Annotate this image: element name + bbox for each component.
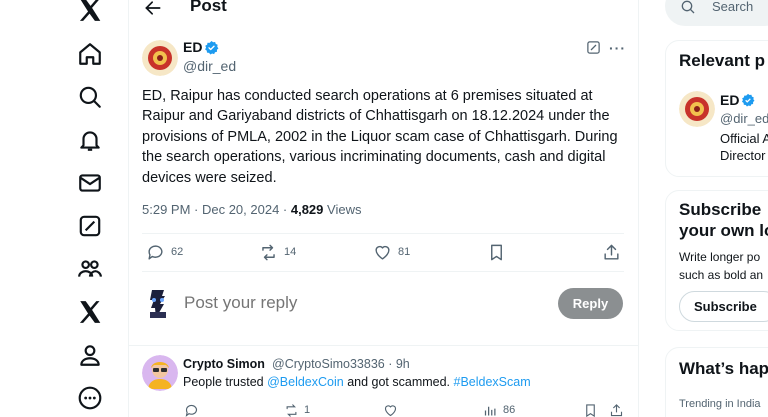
repost-icon [262, 244, 275, 260]
trending-label[interactable]: Trending in India [679, 398, 761, 410]
subscribe-title: Subscribe [679, 200, 762, 219]
author-avatar[interactable] [142, 40, 178, 76]
reply-text: People trusted @BeldexCoin and got scamm… [183, 375, 531, 389]
views-count: 4,829 [290, 202, 324, 217]
premium-icon[interactable] [77, 299, 103, 325]
reply-views-action[interactable]: 86 [483, 402, 515, 417]
relevant-bio: Director [720, 148, 766, 163]
verified-badge-icon [741, 93, 755, 107]
ed-emblem-icon [679, 91, 715, 127]
page-header: Post [129, 0, 638, 20]
repost-icon [286, 403, 297, 417]
reply-share-action[interactable] [609, 402, 624, 417]
views-label: Views [323, 202, 362, 217]
share-icon [604, 244, 619, 260]
more-icon[interactable] [77, 385, 103, 411]
grok-icon[interactable] [586, 40, 601, 55]
divider [129, 345, 638, 346]
post-timestamp[interactable]: 5:29 PM · Dec 20, 2024 · [142, 202, 291, 217]
reply-author-name[interactable]: Crypto Simon [183, 357, 265, 371]
communities-icon[interactable] [77, 256, 103, 282]
reply-text-part: People trusted [183, 375, 268, 389]
mention-link[interactable]: @BeldexCoin [267, 375, 344, 389]
hashtag-link[interactable]: #BeldexScam [454, 375, 531, 389]
bookmark-icon [491, 244, 502, 260]
share-icon [610, 403, 623, 416]
relevant-name[interactable]: ED [720, 92, 739, 108]
post-meta: 5:29 PM · Dec 20, 2024 · 4,829 Views [142, 202, 361, 217]
profile-icon[interactable] [77, 342, 103, 368]
reply-avatar-image [142, 355, 178, 391]
ed-emblem-icon [142, 40, 178, 76]
reply-text-part: and got scammed. [343, 375, 454, 389]
subscribe-text: such as bold an [679, 268, 764, 282]
relevant-handle[interactable]: @dir_ed [720, 111, 768, 126]
heart-icon [375, 245, 390, 260]
subscribe-title: your own lo [679, 221, 768, 240]
post-text: ED, Raipur has conducted search operatio… [142, 88, 618, 186]
reply-repost-count: 1 [304, 404, 311, 416]
reply-author-avatar[interactable] [142, 355, 178, 391]
x-logo-icon[interactable] [77, 0, 103, 23]
repost-action[interactable]: 14 [259, 242, 296, 262]
reply-author-meta[interactable]: @CryptoSimo33836 · 9h [272, 357, 410, 371]
messages-icon[interactable] [77, 170, 103, 196]
reply-repost-action[interactable]: 1 [284, 402, 310, 417]
bookmark-action[interactable] [487, 242, 506, 262]
repost-count: 14 [284, 246, 297, 258]
relevant-people-title: Relevant p [679, 51, 765, 70]
search-icon [681, 0, 695, 14]
reply-reply-action[interactable] [184, 402, 199, 417]
reply-like-action[interactable] [383, 402, 398, 417]
reply-icon [185, 404, 198, 417]
column-divider [638, 0, 639, 417]
left-nav [0, 0, 128, 417]
author-name[interactable]: ED [183, 39, 202, 55]
reply-action[interactable]: 62 [146, 242, 183, 262]
search-placeholder[interactable]: Search [712, 0, 753, 14]
heart-icon [384, 404, 397, 416]
like-action[interactable]: 81 [373, 242, 410, 262]
share-action[interactable] [602, 242, 621, 262]
views-icon [484, 406, 496, 415]
back-arrow-icon[interactable] [143, 0, 163, 18]
page-title: Post [190, 0, 227, 15]
subscribe-button[interactable]: Subscribe [679, 291, 768, 322]
user-avatar[interactable] [142, 286, 174, 320]
more-options-icon[interactable]: ··· [609, 40, 626, 56]
like-count: 81 [398, 246, 411, 258]
grok-icon[interactable] [77, 213, 103, 239]
relevant-avatar[interactable] [679, 91, 715, 127]
reply-input[interactable] [184, 293, 544, 313]
subscribe-text: Write longer po [679, 250, 761, 264]
column-divider [128, 0, 129, 417]
reply-views-count: 86 [503, 404, 516, 416]
whats-happening-title: What’s hap [679, 359, 768, 378]
bookmark-icon [586, 403, 595, 417]
author-handle[interactable]: @dir_ed [183, 58, 236, 74]
reply-bookmark-action[interactable] [583, 402, 598, 417]
divider [142, 271, 624, 272]
notifications-icon[interactable] [77, 127, 103, 153]
divider [142, 233, 624, 234]
reply-button[interactable]: Reply [558, 288, 623, 319]
verified-badge-icon [205, 40, 219, 55]
explore-icon[interactable] [77, 84, 103, 110]
reply-icon [148, 244, 163, 260]
reply-count: 62 [171, 246, 184, 258]
home-icon[interactable] [77, 41, 103, 67]
relevant-bio: Official A [720, 131, 768, 146]
